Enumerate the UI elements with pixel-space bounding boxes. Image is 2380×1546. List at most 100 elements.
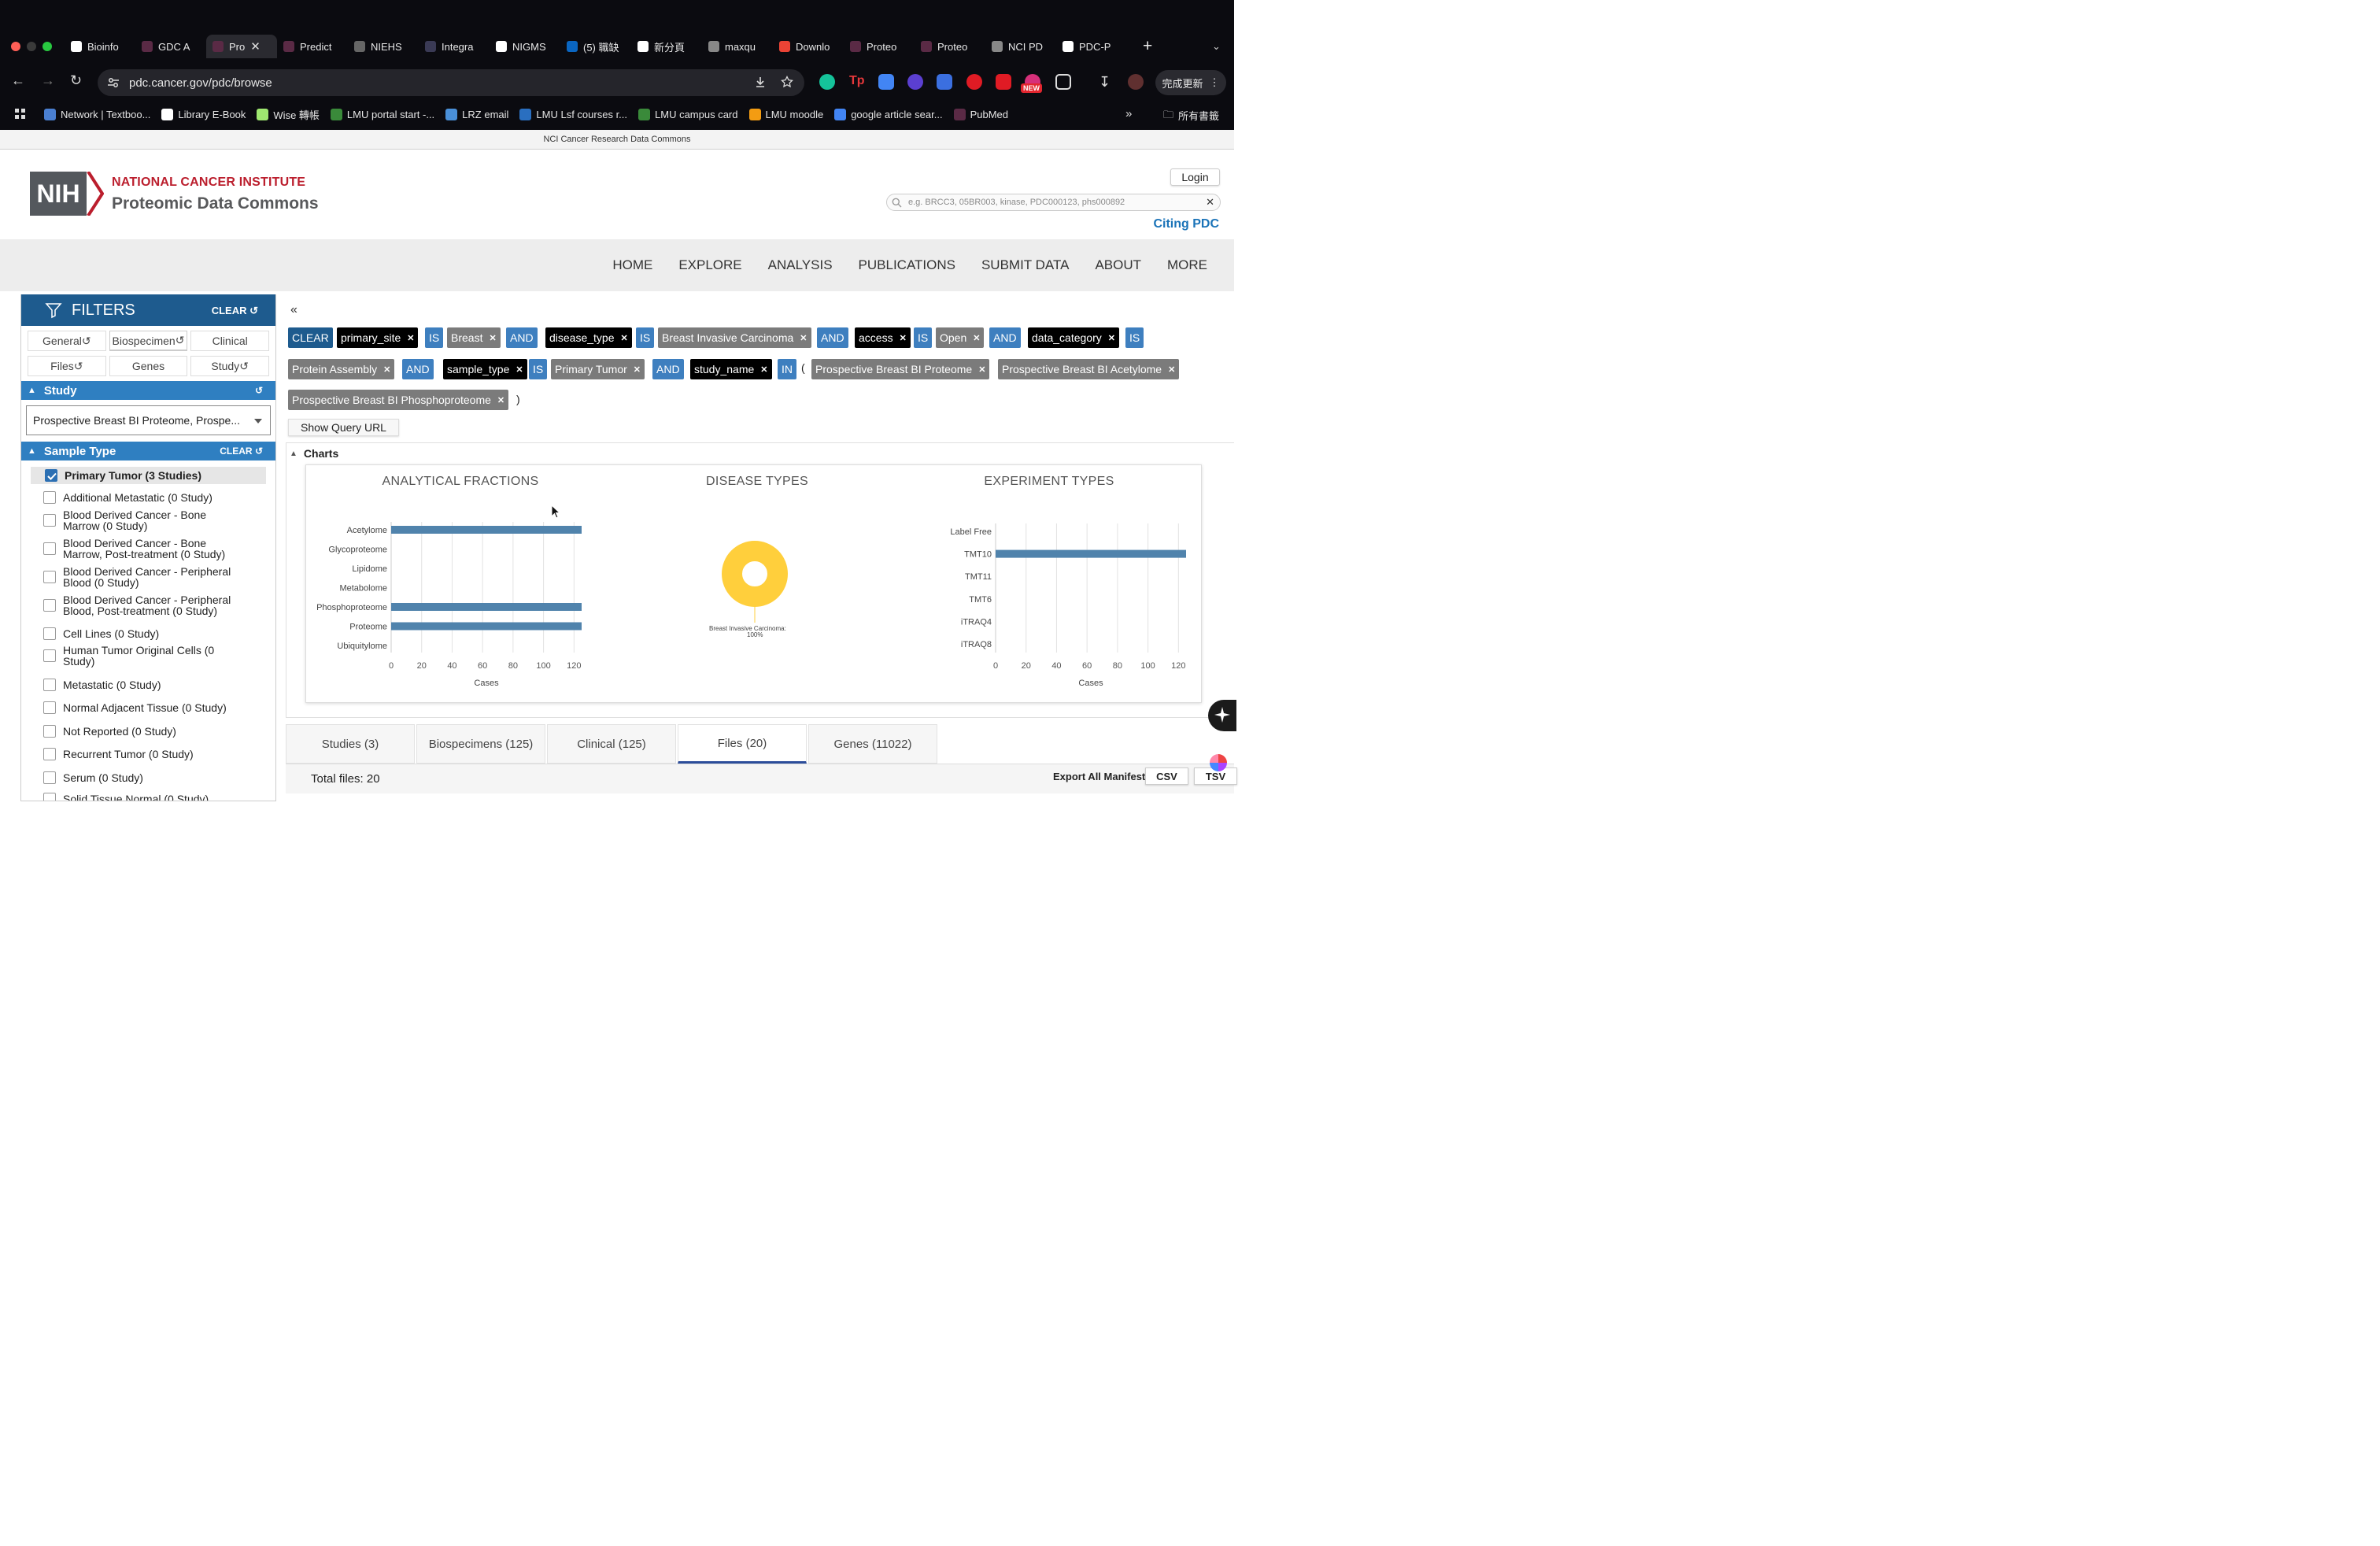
all-bookmarks-folder[interactable]: 🗀 所有書籤	[1163, 108, 1219, 125]
sample-type-option[interactable]: Primary Tumor (3 Studies)	[31, 467, 266, 484]
nav-item-home[interactable]: HOME	[612, 257, 652, 273]
sample-type-option[interactable]: Blood Derived Cancer - Peripheral Blood (…	[43, 566, 231, 588]
sample-type-option[interactable]: Human Tumor Original Cells (0 Study)	[43, 645, 214, 667]
maximize-window-button[interactable]	[42, 42, 52, 51]
export-csv-button[interactable]: CSV	[1145, 767, 1188, 785]
checkbox[interactable]	[43, 701, 56, 714]
checkbox[interactable]	[43, 542, 56, 555]
browser-tab[interactable]: NIEHS	[348, 35, 419, 58]
query-val-chip[interactable]: Open ✕	[936, 327, 985, 348]
checkbox[interactable]	[45, 469, 57, 482]
study-select[interactable]: Prospective Breast BI Proteome, Prospe..…	[26, 405, 271, 435]
close-window-button[interactable]	[11, 42, 20, 51]
bookmark-item[interactable]: LMU campus card	[638, 108, 738, 120]
ai-assistant-button[interactable]	[1208, 700, 1236, 731]
browser-tab[interactable]: Proteo	[844, 35, 915, 58]
browser-tab[interactable]: PDC-P	[1056, 35, 1127, 58]
query-field-chip[interactable]: study_name ✕	[690, 359, 772, 379]
filter-tab-genes[interactable]: Genes	[109, 356, 188, 376]
nav-item-submit-data[interactable]: SUBMIT DATA	[981, 257, 1069, 273]
remove-chip-icon[interactable]: ✕	[978, 364, 985, 375]
checkbox[interactable]	[43, 599, 56, 612]
bookmark-item[interactable]: LMU portal start -...	[330, 108, 434, 120]
results-tab[interactable]: Genes (11022)	[808, 724, 937, 764]
results-tab[interactable]: Clinical (125)	[547, 724, 676, 764]
sample-type-option[interactable]: Solid Tissue Normal (0 Study)	[43, 793, 209, 801]
checkbox[interactable]	[43, 627, 56, 640]
query-val-chip[interactable]: Protein Assembly ✕	[288, 359, 395, 379]
sample-type-option[interactable]: Normal Adjacent Tissue (0 Study)	[43, 701, 227, 714]
sample-type-option[interactable]: Recurrent Tumor (0 Study)	[43, 748, 194, 760]
query-val-chip[interactable]: Prospective Breast BI Proteome ✕	[811, 359, 990, 379]
translate-extension-icon[interactable]	[878, 74, 894, 90]
filter-tab-general[interactable]: General ↺	[28, 331, 106, 351]
grammarly-extension-icon[interactable]	[819, 74, 835, 90]
checkbox[interactable]	[43, 571, 56, 583]
remove-chip-icon[interactable]: ✕	[497, 395, 504, 405]
query-val-chip[interactable]: Prospective Breast BI Acetylome ✕	[998, 359, 1180, 379]
checkbox[interactable]	[43, 649, 56, 662]
results-tab[interactable]: Files (20)	[678, 724, 807, 764]
query-val-chip[interactable]: Prospective Breast BI Phosphoproteome ✕	[288, 390, 509, 410]
update-button[interactable]: 完成更新 ⋮	[1155, 70, 1226, 95]
browser-tab[interactable]: 新分頁	[631, 35, 702, 58]
query-field-chip[interactable]: sample_type ✕	[443, 359, 527, 379]
results-tab[interactable]: Biospecimens (125)	[416, 724, 545, 764]
query-field-chip[interactable]: disease_type ✕	[545, 327, 632, 348]
back-button[interactable]: ←	[11, 72, 25, 89]
clear-search-icon[interactable]: ✕	[1206, 196, 1214, 209]
extension-hand-icon[interactable]	[996, 74, 1011, 90]
browser-tab[interactable]: (5) 職缺	[560, 35, 631, 58]
bookmark-item[interactable]: Wise 轉帳	[257, 107, 320, 122]
query-field-chip[interactable]: primary_site ✕	[337, 327, 419, 348]
address-bar[interactable]: pdc.cancer.gov/pdc/browse	[98, 69, 804, 96]
sample-type-clear-button[interactable]: CLEAR ↺	[220, 446, 263, 457]
filter-tab-clinical[interactable]: Clinical	[190, 331, 269, 351]
query-val-chip[interactable]: Primary Tumor ✕	[551, 359, 645, 379]
query-val-chip[interactable]: Breast Invasive Carcinoma ✕	[658, 327, 811, 348]
browser-tab[interactable]: Integra	[419, 35, 490, 58]
browser-tab[interactable]: NIGMS	[490, 35, 560, 58]
browser-tab[interactable]: Downlo	[773, 35, 844, 58]
bookmark-item[interactable]: PubMed	[953, 108, 1008, 120]
browser-tab[interactable]: Bioinfo	[65, 35, 135, 58]
bookmark-item[interactable]: google article sear...	[834, 108, 943, 120]
filter-tab-biospecimen[interactable]: Biospecimen ↺	[109, 331, 188, 351]
browser-tab[interactable]: Pro ✕	[206, 35, 277, 58]
bookmark-item[interactable]: Library E-Book	[161, 108, 246, 120]
query-clear-button[interactable]: CLEAR	[288, 327, 333, 348]
checkbox[interactable]	[43, 793, 56, 801]
bookmark-item[interactable]: LRZ email	[445, 108, 508, 120]
profile-avatar[interactable]	[1128, 74, 1144, 90]
reload-button[interactable]: ↻	[70, 72, 82, 89]
sample-type-option[interactable]: Additional Metastatic (0 Study)	[43, 491, 213, 504]
show-query-url-button[interactable]: Show Query URL	[288, 419, 399, 436]
url-text[interactable]: pdc.cancer.gov/pdc/browse	[129, 76, 272, 90]
browser-tab[interactable]: maxqu	[702, 35, 773, 58]
collapse-sidebar-icon[interactable]: «	[290, 303, 298, 317]
sample-type-option[interactable]: Cell Lines (0 Study)	[43, 627, 159, 640]
remove-chip-icon[interactable]: ✕	[760, 364, 767, 375]
minimize-window-button[interactable]	[27, 42, 36, 51]
remove-chip-icon[interactable]: ✕	[621, 333, 628, 343]
apps-grid-icon[interactable]	[14, 108, 27, 120]
nih-logo[interactable]: NIH	[30, 172, 87, 216]
sample-type-option[interactable]: Not Reported (0 Study)	[43, 725, 176, 738]
downloads-icon[interactable]: ↧	[1099, 74, 1114, 90]
reset-icon[interactable]: ↺	[255, 385, 263, 396]
checkbox[interactable]	[43, 771, 56, 784]
remove-chip-icon[interactable]: ✕	[900, 333, 907, 343]
site-info-icon[interactable]	[107, 76, 120, 89]
study-section-header[interactable]: ▲ Study ↺	[21, 381, 275, 400]
remove-chip-icon[interactable]: ✕	[489, 333, 496, 343]
bookmark-item[interactable]: Network | Textboo...	[44, 108, 150, 120]
login-button[interactable]: Login	[1170, 168, 1220, 186]
remove-chip-icon[interactable]: ✕	[634, 364, 641, 375]
forward-button[interactable]: →	[41, 72, 55, 89]
menu-kebab-icon[interactable]: ⋮	[1210, 76, 1220, 89]
nav-item-more[interactable]: MORE	[1167, 257, 1207, 273]
en-extension-icon[interactable]	[907, 74, 923, 90]
query-val-chip[interactable]: Breast ✕	[447, 327, 501, 348]
filter-tab-files[interactable]: Files ↺	[28, 356, 106, 376]
checkbox[interactable]	[43, 679, 56, 691]
